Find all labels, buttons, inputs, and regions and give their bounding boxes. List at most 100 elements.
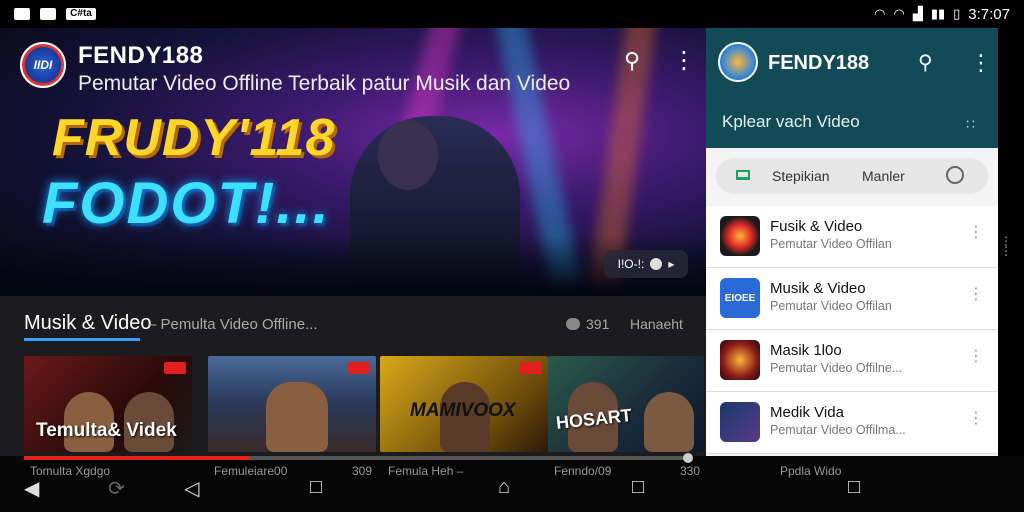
status-bar: C#ta ◠ ◠ ▟ ▮▮ ▯ 3:7:07	[0, 0, 1024, 28]
item-thumbnail	[720, 402, 760, 442]
section-count-value: 391	[586, 316, 610, 332]
thumbnail-label: Fenndo/09	[554, 464, 612, 478]
wifi-alt-icon: ◠	[893, 6, 905, 21]
thumbnail-label: 309	[352, 464, 373, 478]
video-thumbnail[interactable]: Temulta& Videk	[24, 356, 192, 452]
list-item[interactable]: Masik 1l0o Pemutar Video Offilne... ⋮	[706, 330, 998, 392]
grid-view-icon[interactable]: ∷	[966, 116, 975, 133]
status-left-icons: C#ta	[14, 8, 96, 20]
item-name: Masik 1l0o	[770, 342, 842, 359]
hero-headline-2: FODOT!...	[42, 171, 331, 236]
hero-banner[interactable]: IIDI FENDY188 Pemutar Video Offline Terb…	[0, 28, 706, 296]
back-icon[interactable]: ◀	[24, 476, 39, 501]
status-time: 3:7:07	[968, 5, 1010, 23]
person-image	[644, 392, 694, 452]
video-progress-bar[interactable]	[24, 456, 688, 460]
section-more-link[interactable]: Hanaeht	[630, 316, 683, 332]
screen-icon	[736, 170, 750, 180]
side-panel: FENDY188 ⚲ ⋮ Kplear vach Video ∷ Stepiki…	[706, 28, 998, 456]
item-thumbnail	[720, 216, 760, 256]
thumbnail-label: 330	[680, 464, 701, 478]
item-name: Medik Vida	[770, 404, 844, 421]
panel-title: FENDY188	[768, 52, 870, 74]
search-icon[interactable]: ⚲	[624, 48, 640, 74]
recents-icon[interactable]: □	[310, 476, 322, 499]
next-icon[interactable]: ▸	[668, 257, 674, 271]
section-count: 391	[566, 316, 609, 332]
panel-header: FENDY188 ⚲ ⋮ Kplear vach Video ∷	[706, 28, 998, 148]
signal-icon: ▟	[912, 6, 923, 21]
live-badge	[164, 362, 186, 374]
video-list: Fusik & Video Pemutar Video Offilan ⋮ EI…	[706, 206, 998, 454]
performer-head	[378, 120, 438, 190]
live-badge	[348, 362, 370, 374]
hero-headline-1: FRUDY'118	[52, 109, 336, 167]
support-icon[interactable]	[946, 166, 964, 184]
recents-icon[interactable]: □	[848, 476, 860, 499]
hero-player-control[interactable]: I!O-!: ▸	[604, 250, 688, 278]
hero-control-label: I!O-!:	[617, 257, 645, 271]
battery-icon: ▯	[953, 6, 961, 21]
live-badge	[520, 362, 542, 374]
thumbnail-label: Femuleiare00	[214, 464, 288, 478]
video-thumbnail[interactable]: HOSART	[548, 356, 704, 452]
video-thumbnail[interactable]	[208, 356, 376, 452]
thumbnail-label: Tomulta Xgdgo	[30, 464, 111, 478]
app-subtitle: Pemutar Video Offline Terbaik patur Musi…	[78, 72, 571, 95]
list-item[interactable]: EIOEE Musik & Video Pemutar Video Offila…	[706, 268, 998, 330]
panel-app-logo[interactable]	[718, 42, 758, 82]
item-description: Pemutar Video Offilan	[770, 237, 892, 251]
main-area: IIDI FENDY188 Pemutar Video Offline Terb…	[0, 28, 706, 456]
crowd-shadow	[0, 236, 706, 296]
item-thumbnail: EIOEE	[720, 278, 760, 318]
panel-more-icon[interactable]: ⋮	[970, 50, 992, 76]
panel-search-icon[interactable]: ⚲	[918, 50, 933, 75]
item-name: Musik & Video	[770, 280, 866, 297]
panel-heading: Kplear vach Video	[722, 112, 860, 131]
item-more-icon[interactable]: ⋮	[968, 222, 984, 242]
network-icon: ▮▮	[930, 6, 946, 21]
window-icon[interactable]: □	[632, 476, 644, 499]
comment-icon	[566, 318, 580, 330]
item-thumbnail	[720, 340, 760, 380]
item-more-icon[interactable]: ⋮	[968, 408, 984, 428]
section-subtitle: – Pemulta Video Offline...	[148, 316, 318, 333]
thumbnail-caption: Temulta& Videk	[36, 420, 177, 441]
progress-knob[interactable]	[683, 453, 693, 463]
item-name: Fusik & Video	[770, 218, 863, 235]
status-right: ◠ ◠ ▟ ▮▮ ▯ 3:7:07	[874, 6, 1010, 23]
notification-icon	[14, 8, 30, 20]
rotate-icon[interactable]: ⟳	[108, 476, 125, 501]
music-video-section: Musik & Video – Pemulta Video Offline...…	[0, 296, 706, 456]
gallery-icon	[40, 8, 56, 20]
person-image	[266, 382, 328, 452]
navigation-bar: Tomulta Xgdgo Femuleiare00 309 Femula He…	[0, 456, 1024, 512]
app-title: FENDY188	[78, 42, 204, 69]
app-badge-icon: C#ta	[66, 8, 96, 20]
app-logo[interactable]: IIDI	[20, 42, 66, 88]
panel-partial-item: Ppdla Wido	[780, 464, 842, 478]
progress-fill	[24, 456, 250, 460]
thumbnail-label: Femula Heh –	[388, 464, 464, 478]
section-tab-indicator	[24, 338, 140, 341]
segment-option-a[interactable]: Stepikian	[772, 168, 830, 184]
drag-handle-icon[interactable]: ⋮ ⋮	[1000, 235, 1012, 257]
section-title[interactable]: Musik & Video	[24, 312, 151, 335]
back-triangle-icon[interactable]: ◁	[184, 476, 199, 501]
list-item[interactable]: Fusik & Video Pemutar Video Offilan ⋮	[706, 206, 998, 268]
thumbnail-caption: HOSART	[555, 405, 633, 433]
item-description: Pemutar Video Offilne...	[770, 361, 903, 375]
video-thumbnail[interactable]: MAMIVOOX	[380, 356, 548, 452]
more-menu-icon[interactable]: ⋮	[672, 46, 696, 75]
segment-control: Stepikian Manler	[716, 158, 988, 194]
play-dot-icon[interactable]	[650, 258, 663, 270]
segment-option-b[interactable]: Manler	[862, 168, 905, 184]
item-more-icon[interactable]: ⋮	[968, 284, 984, 304]
item-more-icon[interactable]: ⋮	[968, 346, 984, 366]
wifi-icon: ◠	[874, 6, 886, 21]
home-icon[interactable]: ⌂	[498, 476, 510, 499]
thumbnail-caption: MAMIVOOX	[410, 400, 516, 421]
item-description: Pemutar Video Offilma...	[770, 423, 906, 437]
item-description: Pemutar Video Offilan	[770, 299, 892, 313]
list-item[interactable]: Medik Vida Pemutar Video Offilma... ⋮	[706, 392, 998, 454]
